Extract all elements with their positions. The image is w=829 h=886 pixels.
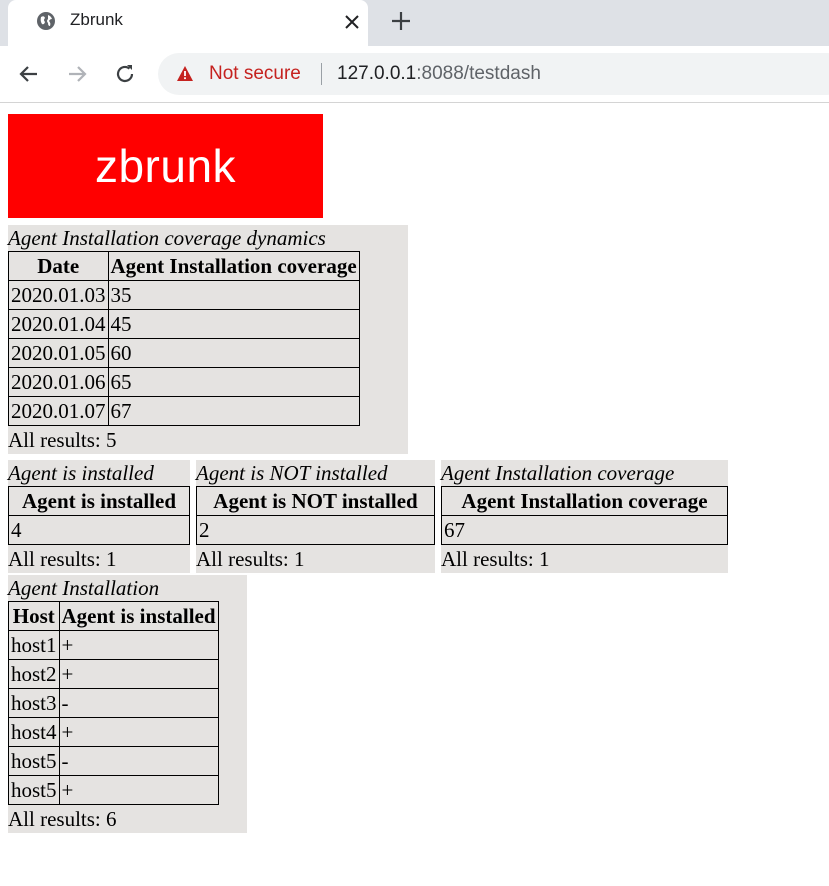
widget-agent-coverage: Agent Installation coverage Agent Instal… bbox=[441, 460, 728, 573]
cell-value: 4 bbox=[8, 515, 190, 545]
url-path: :8088/testdash bbox=[416, 63, 541, 84]
logo-text: zbrunk bbox=[94, 140, 237, 192]
table-row: 2020.01.05 60 bbox=[8, 338, 360, 368]
cell-coverage: 60 bbox=[107, 338, 360, 368]
table-row: 67 bbox=[441, 515, 728, 545]
browser-toolbar: Not secure 127.0.0.1:8088/testdash bbox=[0, 46, 829, 103]
table-row: 2020.01.07 67 bbox=[8, 396, 360, 426]
cell-date: 2020.01.04 bbox=[8, 309, 109, 339]
widget-caption: Agent is NOT installed bbox=[196, 461, 388, 485]
reload-icon[interactable] bbox=[113, 62, 137, 86]
column-header-coverage: Agent Installation coverage bbox=[107, 251, 360, 281]
widget-caption: Agent Installation coverage dynamics bbox=[8, 226, 326, 250]
widget-agent-installation: Agent Installation Host Agent is install… bbox=[8, 575, 247, 833]
table-row: host3 - bbox=[8, 688, 219, 718]
widget-caption: Agent is installed bbox=[8, 461, 154, 485]
security-label[interactable]: Not secure bbox=[209, 63, 301, 85]
forward-arrow-icon[interactable] bbox=[65, 62, 89, 86]
column-header-coverage: Agent Installation coverage bbox=[441, 486, 728, 516]
cell-date: 2020.01.03 bbox=[8, 280, 109, 310]
cell-host: host5 bbox=[8, 775, 60, 805]
back-arrow-icon[interactable] bbox=[17, 62, 41, 86]
cell-installed: + bbox=[58, 717, 219, 747]
table-row: host2 + bbox=[8, 659, 219, 689]
cell-coverage: 65 bbox=[107, 367, 360, 397]
widget-caption: Agent Installation bbox=[8, 576, 160, 600]
zbrunk-logo: zbrunk bbox=[8, 114, 323, 218]
widget-agent-not-installed: Agent is NOT installed Agent is NOT inst… bbox=[196, 460, 435, 573]
cell-coverage: 35 bbox=[107, 280, 360, 310]
widget-agent-installed: Agent is installed Agent is installed 4 … bbox=[8, 460, 190, 573]
widget-caption: Agent Installation coverage bbox=[441, 461, 675, 485]
results-count: All results: 1 bbox=[196, 547, 305, 571]
url-text[interactable]: 127.0.0.1:8088/testdash bbox=[337, 63, 541, 85]
table-row: host5 - bbox=[8, 746, 219, 776]
warning-icon[interactable] bbox=[176, 65, 194, 83]
table-row: host5 + bbox=[8, 775, 219, 805]
column-header-installed: Agent is installed bbox=[8, 486, 190, 516]
globe-icon bbox=[37, 12, 55, 30]
table-row: 4 bbox=[8, 515, 190, 545]
cell-installed: + bbox=[58, 630, 219, 660]
table-row: 2020.01.04 45 bbox=[8, 309, 360, 339]
table-row: host1 + bbox=[8, 630, 219, 660]
cell-value: 2 bbox=[196, 515, 435, 545]
cell-installed: - bbox=[58, 746, 219, 776]
agent-coverage-table: Agent Installation coverage 67 bbox=[441, 486, 728, 545]
column-header-installed: Agent is installed bbox=[58, 601, 219, 631]
cell-host: host5 bbox=[8, 746, 60, 776]
widget-coverage-dynamics: Agent Installation coverage dynamics Dat… bbox=[8, 225, 408, 454]
column-header-date: Date bbox=[8, 251, 109, 281]
plus-icon[interactable] bbox=[390, 10, 412, 32]
agent-installed-table: Agent is installed 4 bbox=[8, 486, 190, 545]
url-host: 127.0.0.1 bbox=[337, 63, 417, 84]
cell-installed: - bbox=[58, 688, 219, 718]
omnibox-separator bbox=[321, 63, 322, 85]
cell-installed: + bbox=[58, 775, 219, 805]
results-count: All results: 1 bbox=[8, 547, 117, 571]
cell-host: host3 bbox=[8, 688, 60, 718]
tab-title: Zbrunk bbox=[70, 10, 123, 29]
cell-date: 2020.01.05 bbox=[8, 338, 109, 368]
cell-installed: + bbox=[58, 659, 219, 689]
cell-host: host4 bbox=[8, 717, 60, 747]
coverage-dynamics-table: Date Agent Installation coverage 2020.01… bbox=[8, 251, 360, 426]
column-header-host: Host bbox=[8, 601, 60, 631]
table-row: host4 + bbox=[8, 717, 219, 747]
cell-coverage: 45 bbox=[107, 309, 360, 339]
results-count: All results: 6 bbox=[8, 807, 117, 831]
browser-tab[interactable]: Zbrunk bbox=[8, 0, 368, 46]
close-icon[interactable] bbox=[342, 12, 362, 32]
table-row: 2 bbox=[196, 515, 435, 545]
agent-not-installed-table: Agent is NOT installed 2 bbox=[196, 486, 435, 545]
cell-date: 2020.01.07 bbox=[8, 396, 109, 426]
results-count: All results: 1 bbox=[441, 547, 550, 571]
results-count: All results: 5 bbox=[8, 428, 117, 452]
cell-host: host2 bbox=[8, 659, 60, 689]
cell-coverage: 67 bbox=[107, 396, 360, 426]
cell-date: 2020.01.06 bbox=[8, 367, 109, 397]
table-row: 2020.01.03 35 bbox=[8, 280, 360, 310]
address-bar[interactable]: Not secure 127.0.0.1:8088/testdash bbox=[158, 53, 829, 95]
tab-strip: Zbrunk bbox=[0, 0, 829, 46]
cell-value: 67 bbox=[441, 515, 728, 545]
agent-installation-table: Host Agent is installed host1 + host2 + … bbox=[8, 601, 219, 805]
column-header-not-installed: Agent is NOT installed bbox=[196, 486, 435, 516]
table-row: 2020.01.06 65 bbox=[8, 367, 360, 397]
cell-host: host1 bbox=[8, 630, 60, 660]
